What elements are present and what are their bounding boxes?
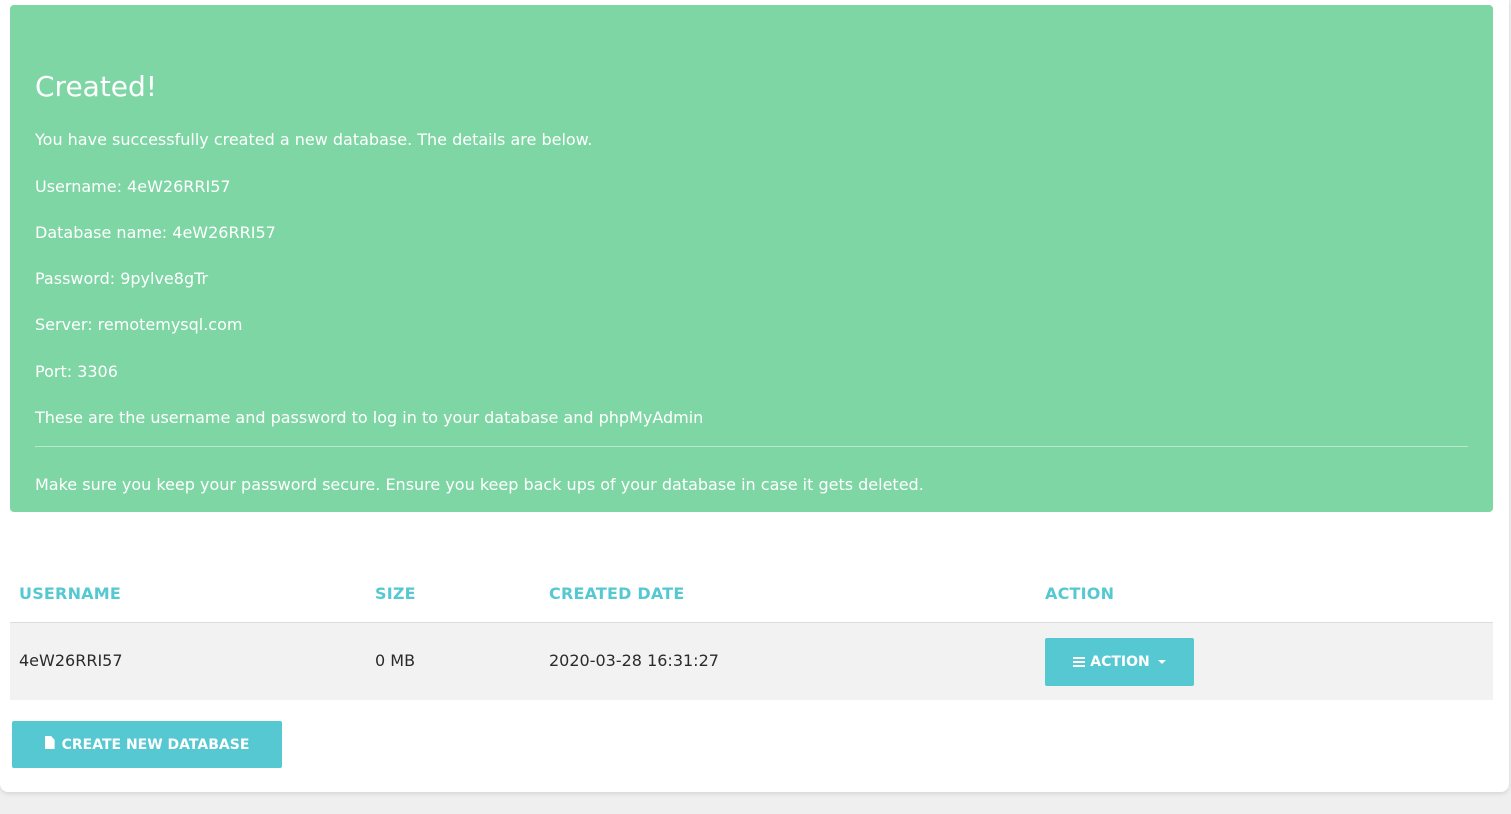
column-header-action: ACTION bbox=[1045, 584, 1115, 603]
column-header-size: SIZE bbox=[375, 584, 416, 603]
create-new-database-button[interactable]: CREATE NEW DATABASE bbox=[12, 721, 282, 768]
create-button-label: CREATE NEW DATABASE bbox=[61, 736, 250, 753]
security-note: Make sure you keep your password secure.… bbox=[35, 475, 924, 494]
username-detail: Username: 4eW26RRI57 bbox=[35, 177, 231, 196]
database-panel: Created! You have successfully created a… bbox=[0, 0, 1509, 792]
column-header-username: USERNAME bbox=[19, 584, 121, 603]
alert-title: Created! bbox=[35, 70, 158, 103]
row-created-date: 2020-03-28 16:31:27 bbox=[549, 651, 719, 670]
caret-down-icon bbox=[1157, 660, 1166, 664]
table-row: 4eW26RRI57 0 MB 2020-03-28 16:31:27 ACTI… bbox=[10, 623, 1493, 700]
file-icon bbox=[44, 736, 55, 749]
alert-intro: You have successfully created a new data… bbox=[35, 130, 593, 149]
bars-icon bbox=[1073, 657, 1086, 667]
row-size: 0 MB bbox=[375, 651, 416, 670]
port-detail: Port: 3306 bbox=[35, 362, 118, 381]
server-detail: Server: remotemysql.com bbox=[35, 315, 243, 334]
row-username: 4eW26RRI57 bbox=[19, 651, 123, 670]
database-name-detail: Database name: 4eW26RRI57 bbox=[35, 223, 276, 242]
action-button-label: ACTION bbox=[1090, 654, 1150, 670]
login-note: These are the username and password to l… bbox=[35, 408, 704, 427]
password-detail: Password: 9pylve8gTr bbox=[35, 269, 209, 288]
action-dropdown-button[interactable]: ACTION bbox=[1045, 638, 1194, 686]
alert-divider bbox=[35, 446, 1468, 447]
column-header-created-date: CREATED DATE bbox=[549, 584, 685, 603]
success-alert: Created! You have successfully created a… bbox=[10, 5, 1493, 512]
